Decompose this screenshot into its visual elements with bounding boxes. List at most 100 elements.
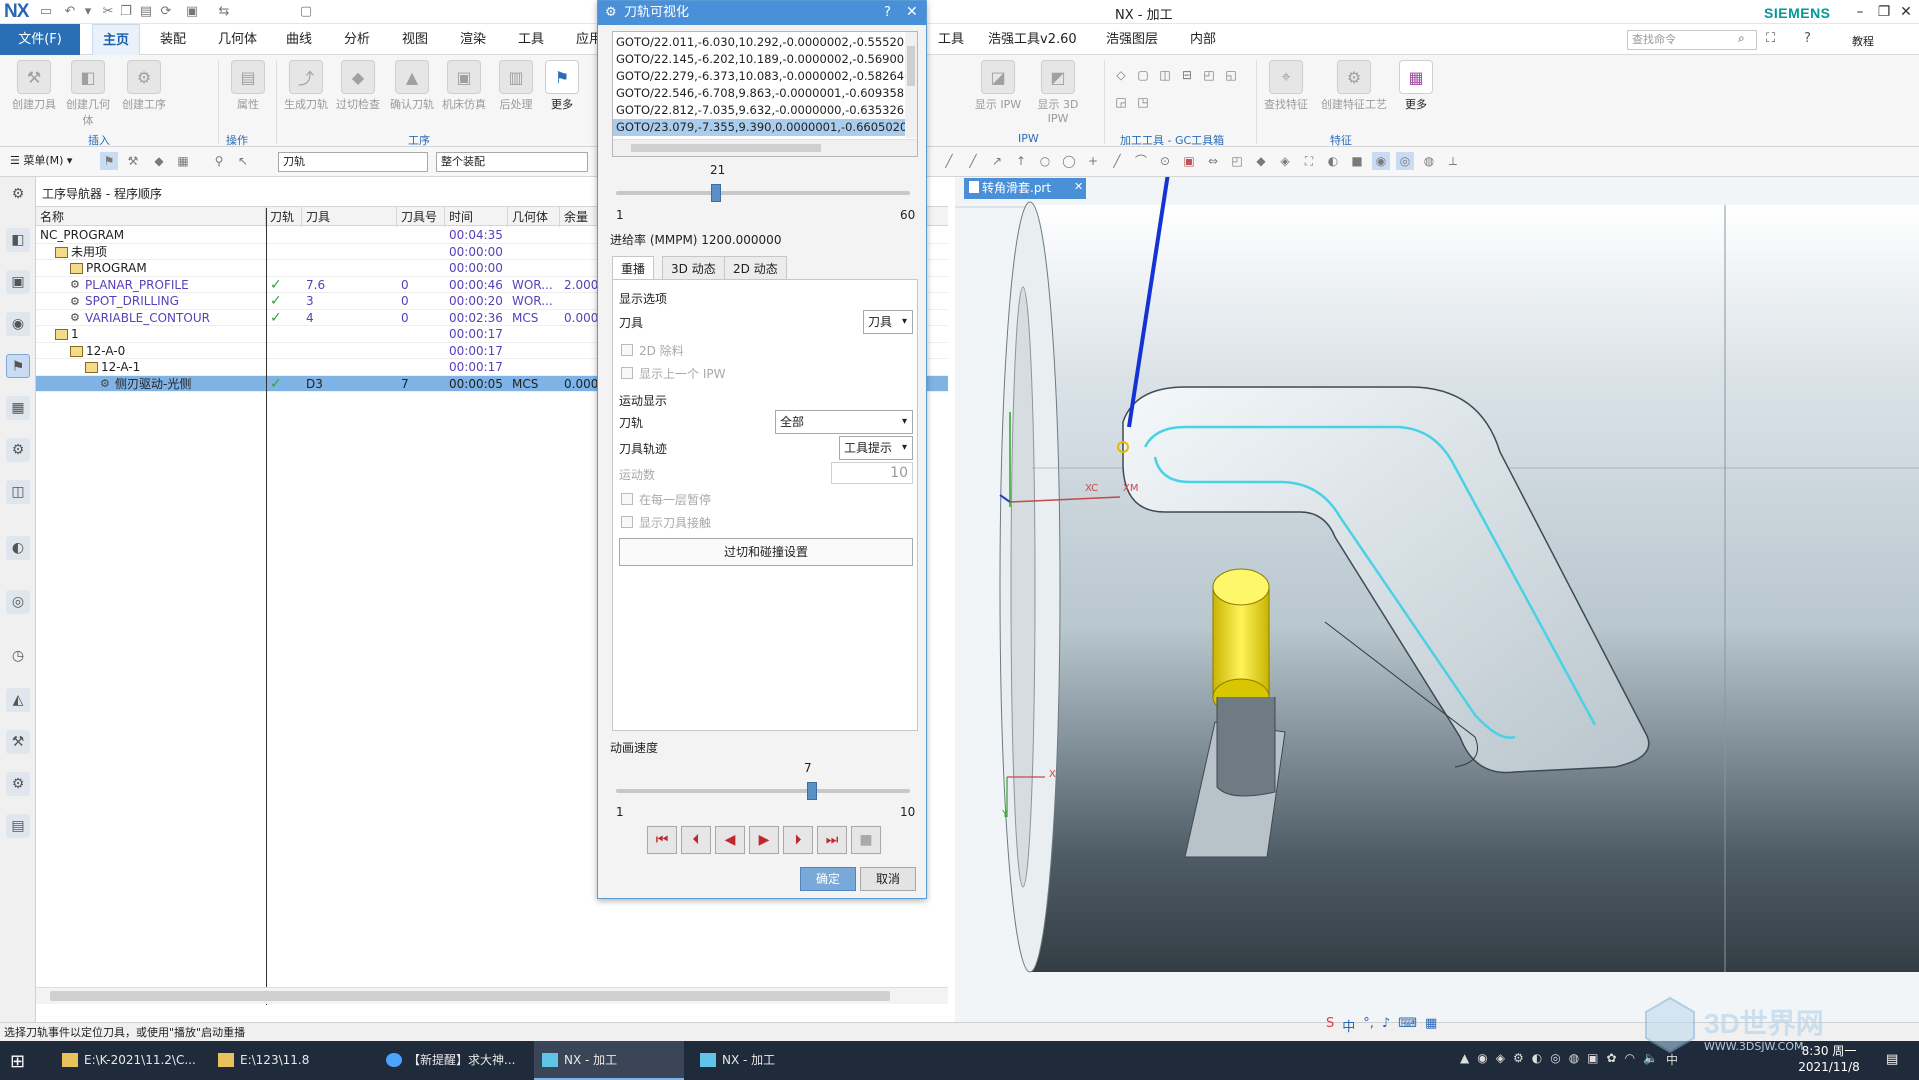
tab-geometry[interactable]: 几何体: [208, 24, 267, 55]
feature-navigator-icon[interactable]: ⚙: [6, 438, 30, 462]
col-name[interactable]: 名称: [36, 207, 266, 227]
line-snap-icon[interactable]: ╱: [1108, 152, 1126, 170]
taskbar-item[interactable]: 【新提醒】求大神...: [378, 1041, 528, 1080]
verify-path-button[interactable]: ▲ 确认刀轨: [388, 58, 436, 112]
col-time[interactable]: 时间: [445, 207, 508, 227]
row-name-cell[interactable]: PROGRAM: [70, 260, 266, 277]
manufacturing-wizard-icon[interactable]: ⚙: [6, 772, 30, 796]
tutorial-link[interactable]: 教程: [1852, 33, 1874, 49]
close-part-tab-icon[interactable]: ✕: [1074, 180, 1083, 193]
cube-icon[interactable]: ◆: [1252, 152, 1270, 170]
col-path[interactable]: 刀轨: [266, 207, 302, 227]
minimize-button[interactable]: –: [1850, 3, 1870, 21]
help-icon[interactable]: ?: [1804, 31, 1811, 46]
create-geometry-button[interactable]: ◧ 创建几何体: [64, 58, 112, 128]
dialog-close-icon[interactable]: ✕: [906, 4, 918, 20]
tray-icon[interactable]: ✿: [1607, 1051, 1617, 1071]
column-splitter[interactable]: [266, 208, 267, 1005]
sogou-icon[interactable]: S: [1326, 1016, 1334, 1038]
path-display-select[interactable]: 全部: [775, 410, 913, 434]
mic-icon[interactable]: ♪: [1382, 1016, 1390, 1038]
fullscreen-icon[interactable]: ⛶: [1766, 31, 1775, 46]
tab-replay[interactable]: 重播: [612, 256, 655, 280]
tab-tools-2[interactable]: 工具: [928, 24, 974, 55]
taskbar-item-active[interactable]: NX - 加工: [534, 1041, 684, 1080]
row-name-cell[interactable]: ⚙ 侧刃驱动-光侧: [100, 376, 266, 393]
apps-icon[interactable]: ▦: [1425, 1016, 1437, 1038]
volume-icon[interactable]: 🔈: [1643, 1051, 1658, 1071]
machine-sim-button[interactable]: ▣ 机床仿真: [440, 58, 488, 112]
step-back-button[interactable]: ⏴: [681, 826, 711, 854]
list-item[interactable]: GOTO/22.145,-6.202,10.189,-0.0000002,-0.…: [613, 51, 905, 68]
step-slider-thumb[interactable]: [710, 184, 721, 202]
arrow-snap-icon[interactable]: ↗: [988, 152, 1006, 170]
tab-haoqiang-layers[interactable]: 浩强图层: [1096, 24, 1168, 55]
shading-icon[interactable]: ◐: [1324, 152, 1342, 170]
undo-icon[interactable]: ↶: [62, 4, 78, 20]
search-icon[interactable]: ⌕: [1738, 31, 1745, 46]
process-studio-icon[interactable]: ⚒: [6, 730, 30, 754]
list-item-selected[interactable]: GOTO/23.079,-7.355,9.390,0.0000001,-0.66…: [613, 119, 905, 136]
tab-home[interactable]: 主页: [92, 24, 141, 55]
measure-icon[interactable]: ⟂: [1444, 152, 1462, 170]
gc-tool-icon[interactable]: ◇: [1112, 66, 1130, 84]
curve-snap-icon[interactable]: ⌒: [1132, 152, 1150, 170]
list-hscrollbar[interactable]: [613, 139, 917, 156]
tray-icon[interactable]: ◐: [1532, 1051, 1542, 1071]
play-backward-button[interactable]: ◀: [715, 826, 745, 854]
window-dropdown-icon[interactable]: ▣: [184, 4, 200, 20]
show-3d-ipw-button[interactable]: ◩ 显示 3D IPW: [1034, 58, 1082, 125]
tab-view[interactable]: 视图: [392, 24, 438, 55]
list-item[interactable]: GOTO/22.546,-6.708,9.863,-0.0000001,-0.6…: [613, 85, 905, 102]
row-name-cell[interactable]: ⚙ VARIABLE_CONTOUR: [70, 310, 266, 327]
taskbar-item[interactable]: E:\123\11.8: [210, 1041, 370, 1080]
speed-slider-thumb[interactable]: [807, 782, 818, 800]
settings-gear-icon[interactable]: ⚙: [6, 182, 30, 206]
quadrant-snap-icon[interactable]: ◯: [1060, 152, 1078, 170]
keyboard-icon[interactable]: ⌨: [1398, 1016, 1417, 1038]
row-name-cell[interactable]: 1: [55, 326, 266, 343]
row-name-cell[interactable]: 12-A-0: [70, 343, 266, 360]
more-button[interactable]: ⚑ 更多: [538, 58, 586, 112]
solid-icon[interactable]: ■: [1348, 152, 1366, 170]
constraint-navigator-icon[interactable]: ◉: [6, 312, 30, 336]
step-forward-button[interactable]: ⏵: [783, 826, 813, 854]
paste-icon[interactable]: ▤: [138, 4, 154, 20]
step-slider-track[interactable]: [616, 184, 910, 202]
tray-icon[interactable]: ◈: [1496, 1051, 1505, 1071]
tab-analysis[interactable]: 分析: [334, 24, 380, 55]
postprocess-button[interactable]: ▥ 后处理: [492, 58, 540, 112]
view-icon[interactable]: ◰: [1228, 152, 1246, 170]
scrollbar-thumb[interactable]: [631, 144, 821, 152]
copy-icon[interactable]: ❐: [118, 4, 134, 20]
web-browser-icon[interactable]: ◎: [6, 590, 30, 614]
tab-tools[interactable]: 工具: [508, 24, 554, 55]
taskbar-item[interactable]: NX - 加工: [692, 1041, 842, 1080]
taskbar-item[interactable]: E:\K-2021\11.2\C...: [54, 1041, 202, 1080]
list-item[interactable]: GOTO/22.812,-7.035,9.632,-0.0000000,-0.6…: [613, 102, 905, 119]
gc-tool-icon[interactable]: ◳: [1134, 93, 1152, 111]
col-tool[interactable]: 刀具: [302, 207, 397, 227]
tray-icon[interactable]: ◍: [1569, 1051, 1579, 1071]
machine-navigator-icon[interactable]: ▦: [6, 396, 30, 420]
dialog-help-icon[interactable]: ?: [884, 5, 891, 20]
tool-trace-select[interactable]: 工具提示: [839, 436, 913, 460]
graphics-window[interactable]: XC XM X Y: [955, 177, 1919, 1022]
window-menu-icon[interactable]: ▢: [298, 4, 314, 20]
horizontal-scrollbar[interactable]: [36, 987, 948, 1004]
operation-navigator-icon[interactable]: ⚑: [6, 354, 30, 378]
find-feature-button[interactable]: ⌖ 查找特征: [1262, 58, 1310, 112]
wifi-icon[interactable]: ◠: [1625, 1051, 1635, 1071]
generate-path-button[interactable]: ⤴ 生成刀轨: [282, 58, 330, 112]
row-name-cell[interactable]: 未用项: [55, 244, 266, 261]
gouge-check-button[interactable]: ◆ 过切检查: [334, 58, 382, 112]
method-view-icon[interactable]: ▦: [174, 152, 192, 170]
go-to-start-button[interactable]: ⏮: [647, 826, 677, 854]
create-operation-button[interactable]: ⚙ 创建工序: [120, 58, 168, 112]
gc-tool-icon[interactable]: ◱: [1222, 66, 1240, 84]
col-tool-number[interactable]: 刀具号: [397, 207, 445, 227]
ime-indicator[interactable]: 中: [1666, 1051, 1678, 1071]
layer-icon[interactable]: ◍: [1420, 152, 1438, 170]
history-clock-icon[interactable]: ◷: [6, 644, 30, 668]
row-name-cell[interactable]: NC_PROGRAM: [40, 227, 266, 244]
